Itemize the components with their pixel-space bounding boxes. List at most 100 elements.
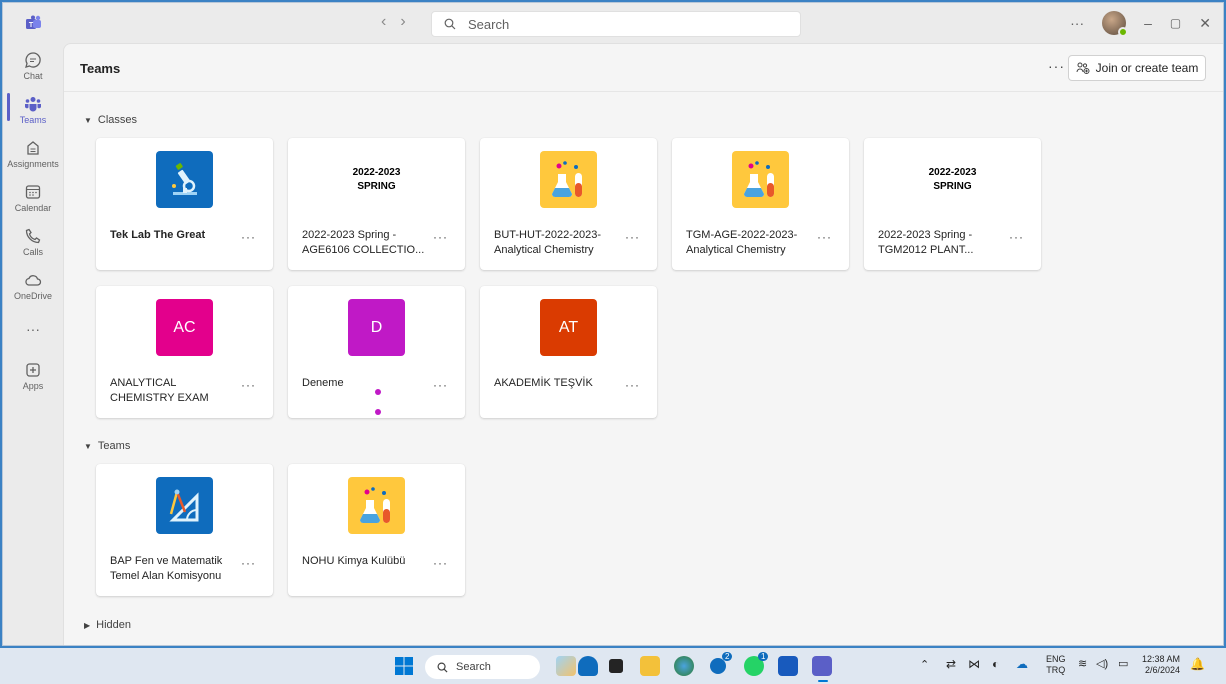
card-more-icon[interactable]: ··· bbox=[433, 378, 448, 392]
word-icon[interactable] bbox=[778, 656, 798, 676]
caret-right-icon: ▶ bbox=[84, 620, 91, 630]
chemistry-flask-icon bbox=[540, 151, 597, 208]
search-icon bbox=[437, 662, 448, 673]
teams-window: T ‹ › Search ··· – ▢ ✕ Chat Teams Assign… bbox=[2, 2, 1224, 646]
page-title: Teams bbox=[80, 61, 121, 76]
team-card[interactable]: D Deneme ··· bbox=[288, 286, 465, 418]
search-placeholder: Search bbox=[468, 16, 510, 32]
tray-app-icon[interactable]: ⇄ bbox=[946, 657, 956, 671]
forward-arrow-icon[interactable]: › bbox=[400, 13, 405, 31]
rail-item-teams[interactable]: Teams bbox=[3, 95, 63, 125]
windows-start-icon[interactable] bbox=[394, 656, 414, 676]
tray-app-icon[interactable]: ⋈ bbox=[968, 657, 980, 671]
teams-taskbar-icon[interactable] bbox=[812, 656, 832, 676]
nav-arrows: ‹ › bbox=[381, 13, 406, 31]
caret-down-icon: ▼ bbox=[84, 441, 92, 451]
card-more-icon[interactable]: ··· bbox=[817, 230, 832, 244]
team-card[interactable]: BAP Fen ve Matematik Temel Alan Komisyon… bbox=[96, 464, 273, 596]
notification-bell-icon[interactable]: 🔔 bbox=[1190, 657, 1205, 671]
card-more-icon[interactable]: ··· bbox=[625, 378, 640, 392]
input-language[interactable]: ENG TRQ bbox=[1046, 654, 1066, 676]
rail-item-calendar[interactable]: Calendar bbox=[3, 183, 63, 213]
team-card[interactable]: TGM-AGE-2022-2023-Analytical Chemistry ·… bbox=[672, 138, 849, 270]
page-header: Teams ··· Join or create team bbox=[64, 44, 1223, 92]
team-card[interactable]: BUT-HUT-2022-2023-Analytical Chemistry ·… bbox=[480, 138, 657, 270]
onedrive-icon bbox=[25, 275, 42, 286]
chemistry-flask-icon bbox=[732, 151, 789, 208]
titlebar-more-icon[interactable]: ··· bbox=[1070, 15, 1084, 31]
tray-app-icon[interactable]: ◐ bbox=[992, 657, 999, 671]
join-or-create-team-button[interactable]: Join or create team bbox=[1068, 55, 1206, 81]
team-card[interactable]: 2022-2023 SPRING 2022-2023 Spring - AGE6… bbox=[288, 138, 465, 270]
clock[interactable]: 12:38 AM 2/6/2024 bbox=[1142, 654, 1180, 676]
loading-spinner-icon bbox=[375, 389, 381, 415]
card-more-icon[interactable]: ··· bbox=[241, 230, 256, 244]
task-view-icon[interactable] bbox=[609, 659, 623, 673]
copilot-icon[interactable] bbox=[578, 656, 598, 676]
widgets-icon[interactable] bbox=[556, 656, 576, 676]
header-more-icon[interactable]: ··· bbox=[1048, 58, 1065, 74]
card-more-icon[interactable]: ··· bbox=[1009, 230, 1024, 244]
card-more-icon[interactable]: ··· bbox=[433, 556, 448, 570]
microscope-icon bbox=[156, 151, 213, 208]
card-more-icon[interactable]: ··· bbox=[241, 556, 256, 570]
teams-logo-icon: T bbox=[26, 15, 41, 29]
rail-item-apps[interactable]: Apps bbox=[3, 361, 63, 391]
people-add-icon bbox=[1076, 62, 1090, 74]
restore-icon[interactable]: ▢ bbox=[1170, 16, 1181, 30]
onedrive-tray-icon[interactable]: ☁ bbox=[1016, 657, 1028, 671]
minimize-icon[interactable]: – bbox=[1144, 15, 1152, 31]
section-classes[interactable]: ▼ Classes bbox=[84, 114, 137, 126]
team-card-name: Deneme bbox=[302, 377, 344, 389]
team-card[interactable]: AC ANALYTICAL CHEMISTRY EXAM ··· bbox=[96, 286, 273, 418]
battery-icon[interactable]: ▭ bbox=[1118, 657, 1128, 670]
team-initials-avatar: AT bbox=[540, 299, 597, 356]
avatar[interactable] bbox=[1102, 11, 1129, 37]
search-input[interactable]: Search bbox=[431, 11, 801, 37]
team-card-name: BUT-HUT-2022-2023-Analytical Chemistry bbox=[494, 229, 601, 256]
rail-item-onedrive[interactable]: OneDrive bbox=[3, 271, 63, 301]
chemistry-flask-icon bbox=[348, 477, 405, 534]
taskbar-search-input[interactable]: Search bbox=[425, 655, 540, 679]
presence-available-icon bbox=[1118, 27, 1129, 37]
windows-taskbar: Search 2 1 ⌃ ⇄ ⋈ ◐ ☁ ENG TRQ ≋ ◁) ▭ 12:3… bbox=[0, 648, 1226, 684]
notification-badge: 1 bbox=[758, 652, 769, 661]
team-card[interactable]: Tek Lab The Great ··· bbox=[96, 138, 273, 270]
rail-item-calls[interactable]: Calls bbox=[3, 227, 63, 257]
team-card-name: Tek Lab The Great bbox=[110, 229, 206, 241]
team-card[interactable]: AT AKADEMİK TEŞVİK ··· bbox=[480, 286, 657, 418]
card-image-text: 2022-2023 SPRING bbox=[924, 151, 981, 208]
rail-item-more-apps[interactable]: ··· bbox=[3, 321, 63, 337]
wifi-icon[interactable]: ≋ bbox=[1078, 657, 1087, 670]
team-card-name: BAP Fen ve Matematik Temel Alan Komisyon… bbox=[110, 555, 223, 582]
calendar-icon bbox=[25, 185, 41, 199]
team-card-name: 2022-2023 Spring - TGM2012 PLANT... bbox=[878, 229, 974, 256]
card-more-icon[interactable]: ··· bbox=[241, 378, 256, 392]
section-teams[interactable]: ▼ Teams bbox=[84, 440, 130, 452]
team-card[interactable]: NOHU Kimya Kulübü ··· bbox=[288, 464, 465, 596]
notification-badge: 2 bbox=[722, 652, 733, 661]
volume-icon[interactable]: ◁) bbox=[1096, 657, 1108, 670]
team-card-name: AKADEMİK TEŞVİK bbox=[494, 377, 593, 389]
card-more-icon[interactable]: ··· bbox=[433, 230, 448, 244]
team-card[interactable]: 2022-2023 SPRING 2022-2023 Spring - TGM2… bbox=[864, 138, 1041, 270]
tray-chevron-up-icon[interactable]: ⌃ bbox=[920, 658, 929, 671]
card-more-icon[interactable]: ··· bbox=[625, 230, 640, 244]
team-card-name: NOHU Kimya Kulübü bbox=[302, 555, 406, 567]
rail-item-chat[interactable]: Chat bbox=[3, 51, 63, 81]
team-initials-avatar: AC bbox=[156, 299, 213, 356]
rail-item-assignments[interactable]: Assignments bbox=[3, 139, 63, 169]
search-icon bbox=[444, 18, 456, 30]
edge-browser-icon[interactable] bbox=[674, 656, 694, 676]
active-app-indicator bbox=[818, 680, 828, 682]
back-arrow-icon[interactable]: ‹ bbox=[381, 13, 386, 31]
file-explorer-icon[interactable] bbox=[640, 656, 660, 676]
app-rail: Chat Teams Assignments Calendar Calls On… bbox=[3, 43, 63, 645]
svg-text:T: T bbox=[29, 22, 34, 29]
team-card-name: TGM-AGE-2022-2023-Analytical Chemistry bbox=[686, 229, 798, 256]
calls-icon bbox=[25, 228, 41, 244]
close-icon[interactable]: ✕ bbox=[1199, 15, 1211, 32]
more-apps-icon: ··· bbox=[26, 321, 40, 337]
assignments-icon bbox=[27, 141, 39, 155]
section-hidden[interactable]: ▶ Hidden bbox=[84, 619, 131, 631]
